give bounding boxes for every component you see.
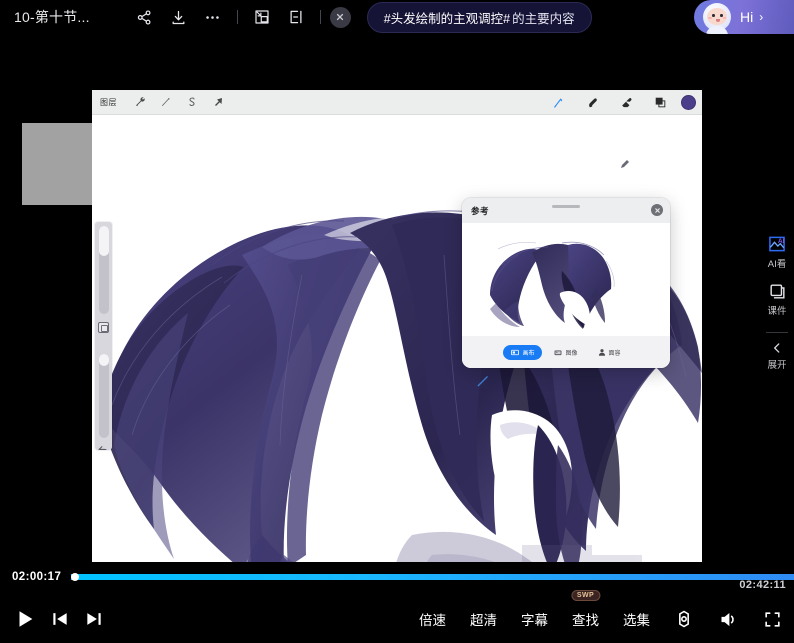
reference-panel-header[interactable]: 参考	[462, 198, 670, 223]
search-button-label: 查找	[572, 613, 599, 628]
divider	[237, 10, 238, 24]
play-icon	[14, 608, 36, 630]
progress-fill	[71, 574, 794, 580]
volume-icon	[718, 609, 739, 630]
layer-panel-label: 图层	[100, 97, 117, 108]
fullscreen-icon	[763, 610, 782, 629]
reference-hair-thumbnail	[462, 223, 670, 336]
volume-button[interactable]	[718, 609, 739, 630]
fullscreen-button[interactable]	[763, 610, 782, 629]
brush-size-value	[99, 226, 109, 256]
s-curve-icon[interactable]	[179, 90, 205, 115]
sidebar-item-courseware[interactable]: 课件	[760, 282, 794, 317]
page-title: 10-第十节...	[14, 7, 90, 27]
sidebar-item-expand-label: 展开	[767, 357, 786, 371]
opacity-slider[interactable]	[99, 354, 109, 438]
reference-panel-tabs: 画布 图像	[462, 336, 670, 368]
sidebar-item-courseware-label: 课件	[767, 303, 786, 317]
episodes-button[interactable]: 选集	[623, 609, 650, 629]
current-time: 02:00:17	[12, 571, 61, 583]
topic-subtitle: 的主要内容	[512, 8, 575, 27]
user-area: Hi ›	[694, 0, 794, 34]
next-button[interactable]	[84, 609, 104, 629]
greeting-text: Hi	[740, 9, 753, 25]
top-bar: 10-第十节...	[0, 0, 794, 34]
reference-panel-title: 参考	[471, 205, 489, 217]
tab-face-label: 面容	[609, 348, 621, 357]
toolbar-right-group	[545, 90, 696, 115]
settings-button[interactable]	[674, 609, 694, 629]
video-player-page: 10-第十节...	[0, 0, 794, 643]
previous-icon	[50, 609, 70, 629]
modify-button[interactable]	[98, 322, 109, 333]
right-sidebar: AI AI看 课件 展开	[760, 234, 794, 383]
chevron-left-icon	[770, 341, 784, 355]
more-icon[interactable]	[196, 2, 230, 32]
sidebar-item-ai-view-label: AI看	[768, 256, 786, 270]
smudge-icon[interactable]	[579, 90, 605, 115]
tab-canvas[interactable]: 画布	[503, 345, 542, 360]
drag-handle[interactable]	[552, 205, 580, 208]
divider	[766, 332, 788, 333]
tab-image-label: 图像	[565, 348, 577, 357]
app-toolbar: 图层	[92, 90, 702, 115]
wrench-icon[interactable]	[127, 90, 153, 115]
total-time: 02:42:11	[739, 579, 786, 591]
gear-icon	[674, 609, 694, 629]
player-bottom-bar: 02:00:17 02:42:11	[0, 562, 794, 643]
undo-button[interactable]	[97, 444, 110, 450]
line-icon[interactable]	[153, 90, 179, 115]
sidebar-toggle-icon[interactable]	[279, 2, 313, 32]
video-stage[interactable]: 图层	[0, 34, 794, 562]
user-profile-button[interactable]: Hi ›	[694, 0, 794, 34]
subtitle-button[interactable]: 字幕	[521, 609, 548, 629]
player-options: 倍速 超清 字幕 SWP 查找 选集	[419, 595, 782, 643]
courseware-icon	[768, 282, 787, 301]
eraser-icon[interactable]	[613, 90, 639, 115]
tab-image[interactable]: 图像	[546, 345, 585, 360]
brush-stroke-cursor-icon	[476, 374, 490, 388]
next-icon	[84, 609, 104, 629]
cursor-pen-icon	[619, 158, 631, 170]
ai-view-icon: AI	[767, 234, 787, 254]
color-swatch[interactable]	[681, 95, 696, 110]
search-button[interactable]: SWP 查找	[572, 609, 599, 629]
brush-icon[interactable]	[545, 90, 571, 115]
top-bar-icon-group	[128, 2, 351, 32]
arrow-icon[interactable]	[205, 90, 231, 115]
reference-panel[interactable]: 参考	[462, 198, 670, 368]
opacity-value	[99, 354, 109, 366]
topic-tag: #头发绘制的主观调控#	[384, 8, 510, 27]
playback-controls	[14, 608, 104, 630]
tab-face[interactable]: 面容	[590, 345, 629, 360]
play-button[interactable]	[14, 608, 36, 630]
divider	[320, 10, 321, 24]
close-icon[interactable]	[330, 7, 351, 28]
previous-button[interactable]	[50, 609, 70, 629]
avatar	[694, 0, 738, 34]
sidebar-item-ai-view[interactable]: AI AI看	[760, 234, 794, 270]
quality-button[interactable]: 超清	[470, 609, 497, 629]
progress-row: 02:00:17 02:42:11	[0, 562, 794, 592]
svg-text:AI: AI	[778, 238, 785, 245]
topic-pill[interactable]: #头发绘制的主观调控# 的主要内容	[367, 2, 592, 33]
layers-icon[interactable]	[647, 90, 673, 115]
drawing-app-window: 图层	[92, 90, 702, 582]
chevron-right-icon: ›	[759, 10, 763, 24]
grey-placeholder-block	[22, 123, 92, 205]
control-row: 倍速 超清 字幕 SWP 查找 选集	[0, 595, 794, 643]
status-badge: SWP	[571, 590, 600, 601]
close-icon[interactable]	[651, 204, 663, 216]
progress-bar[interactable]: 02:42:11	[71, 574, 794, 580]
picture-in-picture-icon[interactable]	[245, 2, 279, 32]
sidebar-item-expand[interactable]: 展开	[760, 341, 794, 371]
reference-image-area	[462, 223, 670, 336]
download-icon[interactable]	[162, 2, 196, 32]
speed-button[interactable]: 倍速	[419, 609, 446, 629]
toolbar-left-group: 图层	[92, 90, 231, 115]
share-icon[interactable]	[128, 2, 162, 32]
tab-canvas-label: 画布	[522, 348, 534, 357]
brush-settings-rail	[95, 222, 112, 450]
